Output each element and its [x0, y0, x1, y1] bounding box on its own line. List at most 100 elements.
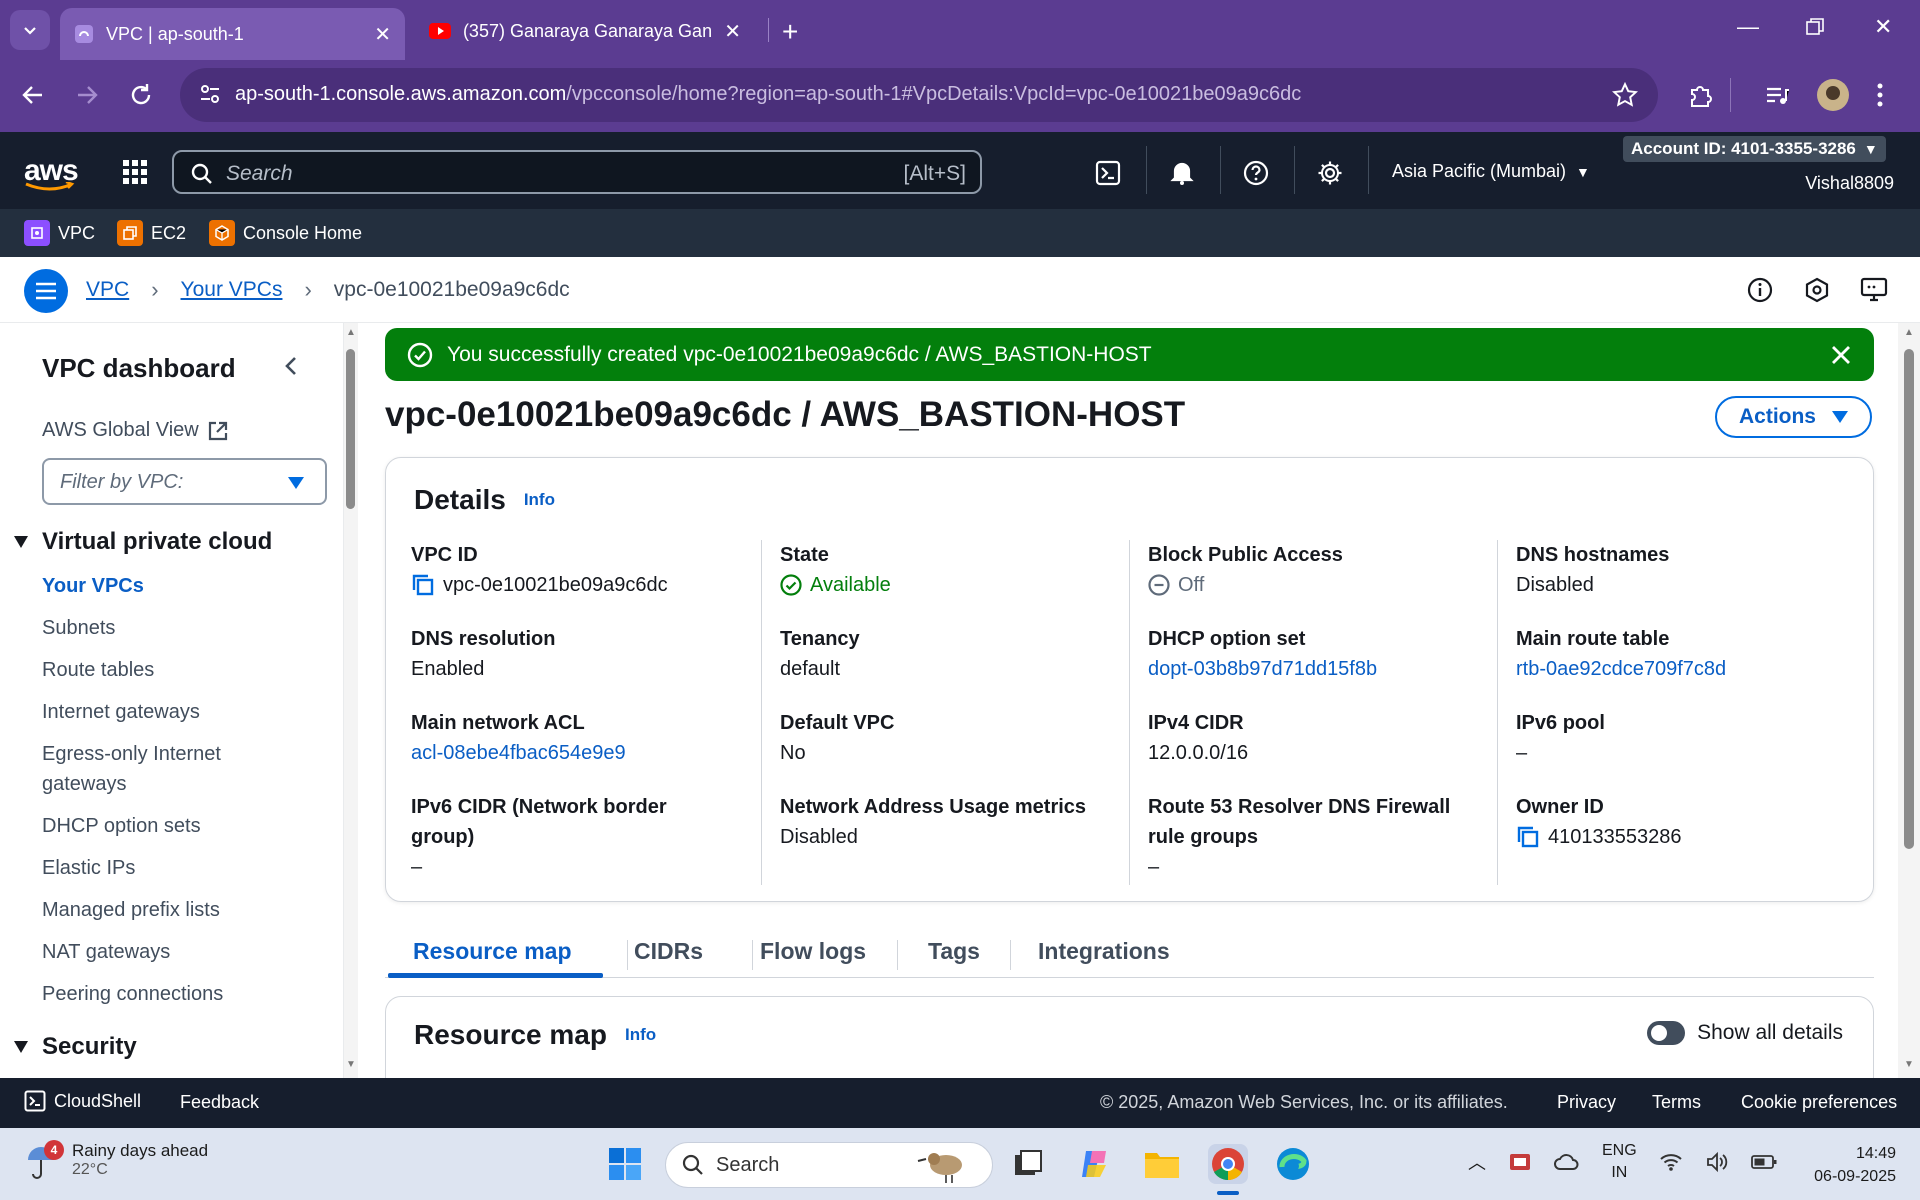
tab-integrations[interactable]: Integrations	[1038, 938, 1170, 965]
windows-start-icon[interactable]	[605, 1144, 645, 1184]
sidebar-section-virtual-private-cloud[interactable]: Virtual private cloud	[14, 528, 272, 556]
scroll-up-arrow-icon[interactable]: ▲	[346, 327, 356, 338]
sidebar-item-peering-connections[interactable]: Peering connections	[42, 979, 302, 1009]
tab-search-button[interactable]	[10, 10, 50, 50]
main-scrollbar-thumb[interactable]	[1904, 349, 1914, 849]
sidebar-scrollbar-thumb[interactable]	[346, 349, 355, 509]
ipv6-cidr-field: IPv6 CIDR (Network border group) –	[411, 796, 667, 878]
scroll-down-arrow-icon[interactable]: ▼	[346, 1059, 356, 1070]
footer-feedback[interactable]: Feedback	[180, 1092, 259, 1113]
main-scrollbar[interactable]: ▲ ▼	[1898, 323, 1920, 1078]
account-id-badge[interactable]: Account ID: 4101-3355-3286 ▼	[1623, 136, 1886, 162]
footer-cloudshell[interactable]: CloudShell	[24, 1090, 141, 1112]
header-divider	[1220, 146, 1221, 194]
user-menu[interactable]: Vishal8809	[1805, 173, 1894, 194]
back-arrow-icon[interactable]	[20, 82, 46, 108]
new-tab-plus-icon[interactable]: +	[782, 16, 798, 48]
dismiss-close-icon[interactable]	[1830, 344, 1852, 366]
edge-icon[interactable]	[1273, 1144, 1313, 1184]
route-table-link[interactable]: rtb-0ae92cdce709f7c8d	[1516, 654, 1856, 684]
battery-icon[interactable]	[1750, 1154, 1777, 1170]
dhcp-option-set-link[interactable]: dopt-03b8b97d71dd15f8b	[1148, 654, 1488, 684]
profile-avatar[interactable]	[1817, 79, 1849, 111]
sidebar-item-route-tables[interactable]: Route tables	[42, 655, 302, 685]
cloudshell-icon[interactable]	[1095, 160, 1121, 186]
footer-terms[interactable]: Terms	[1652, 1092, 1701, 1113]
scroll-down-arrow-icon[interactable]: ▼	[1904, 1059, 1914, 1070]
media-control-icon[interactable]	[1763, 82, 1791, 110]
toggle-switch[interactable]	[1647, 1021, 1686, 1045]
resource-map-info-link[interactable]: Info	[625, 1025, 656, 1045]
chrome-icon[interactable]	[1208, 1144, 1248, 1184]
weather-widget[interactable]: 4 Rainy days ahead 22°C	[24, 1140, 208, 1180]
filter-by-vpc-select[interactable]: Filter by VPC:	[42, 458, 327, 505]
aws-global-view-link[interactable]: AWS Global View	[42, 419, 229, 442]
main-content: You successfully created vpc-0e10021be09…	[358, 323, 1898, 1078]
sidebar-item-your-vpcs[interactable]: Your VPCs	[42, 571, 302, 601]
aws-logo[interactable]: aws	[24, 154, 79, 192]
url-field[interactable]: ap-south-1.console.aws.amazon.com/vpccon…	[180, 68, 1658, 122]
close-tab-icon[interactable]: ✕	[724, 19, 741, 44]
settings-gear-icon[interactable]	[1317, 160, 1343, 186]
services-grid-icon[interactable]	[122, 159, 148, 185]
minimize-icon[interactable]: —	[1737, 14, 1759, 40]
details-info-link[interactable]: Info	[524, 490, 555, 510]
tray-overflow-chevron-icon[interactable]: ︿	[1468, 1149, 1486, 1175]
tray-app-icon[interactable]	[1508, 1150, 1532, 1174]
info-panel-icon[interactable]	[1747, 277, 1773, 303]
browser-tab-youtube[interactable]: (357) Ganaraya Ganaraya Ganar ✕	[415, 8, 755, 54]
collapse-sidebar-icon[interactable]	[282, 355, 300, 377]
help-icon[interactable]	[1243, 160, 1269, 186]
browser-menu-icon[interactable]	[1875, 82, 1885, 108]
tab-flow-logs[interactable]: Flow logs	[760, 938, 866, 965]
forward-arrow-icon[interactable]	[74, 82, 100, 108]
sidebar-item-egress-only-internet-gateways[interactable]: Egress-only Internet gateways	[42, 739, 262, 799]
extensions-icon[interactable]	[1686, 82, 1714, 110]
close-tab-icon[interactable]: ✕	[374, 22, 391, 47]
taskbar-search[interactable]: Search	[665, 1142, 993, 1188]
reload-icon[interactable]	[128, 82, 154, 108]
restore-icon[interactable]	[1806, 18, 1824, 36]
actions-dropdown-button[interactable]: Actions	[1715, 396, 1872, 438]
sidebar-item-nat-gateways[interactable]: NAT gateways	[42, 937, 302, 967]
side-nav-menu-button[interactable]	[24, 269, 68, 313]
security-hub-icon[interactable]	[1804, 277, 1830, 303]
notifications-bell-icon[interactable]	[1169, 160, 1195, 186]
aws-search-input[interactable]: Search [Alt+S]	[172, 150, 982, 194]
favorite-console-home[interactable]: Console Home	[209, 220, 362, 246]
tab-tags[interactable]: Tags	[928, 938, 980, 965]
wifi-icon[interactable]	[1659, 1152, 1683, 1172]
sidebar-section-security[interactable]: Security	[14, 1033, 137, 1061]
active-app-indicator	[1217, 1191, 1239, 1195]
sidebar-item-subnets[interactable]: Subnets	[42, 613, 302, 643]
copilot-icon[interactable]	[1075, 1144, 1115, 1184]
copy-icon[interactable]	[411, 573, 435, 597]
show-all-details-toggle[interactable]: Show all details	[1647, 1021, 1843, 1045]
sidebar-item-dhcp-option-sets[interactable]: DHCP option sets	[42, 811, 302, 841]
task-view-icon[interactable]	[1008, 1144, 1048, 1184]
volume-icon[interactable]	[1705, 1151, 1729, 1173]
scroll-up-arrow-icon[interactable]: ▲	[1904, 327, 1914, 338]
breadcrumb-vpc[interactable]: VPC	[86, 278, 129, 302]
file-explorer-icon[interactable]	[1142, 1144, 1182, 1184]
sidebar-item-elastic-ips[interactable]: Elastic IPs	[42, 853, 302, 883]
copy-icon[interactable]	[1516, 825, 1540, 849]
feedback-screen-icon[interactable]	[1860, 277, 1888, 303]
region-selector[interactable]: Asia Pacific (Mumbai) ▼	[1392, 161, 1590, 182]
favorite-ec2[interactable]: EC2	[117, 220, 186, 246]
footer-privacy[interactable]: Privacy	[1557, 1092, 1616, 1113]
sidebar-item-internet-gateways[interactable]: Internet gateways	[42, 697, 302, 727]
network-cloud-icon[interactable]	[1554, 1151, 1580, 1173]
breadcrumb-your-vpcs[interactable]: Your VPCs	[181, 278, 283, 302]
network-acl-link[interactable]: acl-08ebe4fbac654e9e9	[411, 738, 751, 768]
footer-cookie-preferences[interactable]: Cookie preferences	[1741, 1092, 1897, 1113]
sidebar-scrollbar[interactable]: ▲ ▼	[344, 323, 358, 1078]
favorite-vpc[interactable]: VPC	[24, 220, 95, 246]
language-indicator[interactable]: ENG IN	[1602, 1140, 1637, 1184]
sidebar-item-managed-prefix-lists[interactable]: Managed prefix lists	[42, 895, 302, 925]
tab-resource-map[interactable]: Resource map	[413, 938, 572, 965]
tab-cidrs[interactable]: CIDRs	[634, 938, 703, 965]
taskbar-clock[interactable]: 14:49 06-09-2025	[1814, 1142, 1896, 1188]
window-close-icon[interactable]: ✕	[1874, 14, 1892, 40]
browser-tab-vpc[interactable]: VPC | ap-south-1 ✕	[60, 8, 405, 60]
